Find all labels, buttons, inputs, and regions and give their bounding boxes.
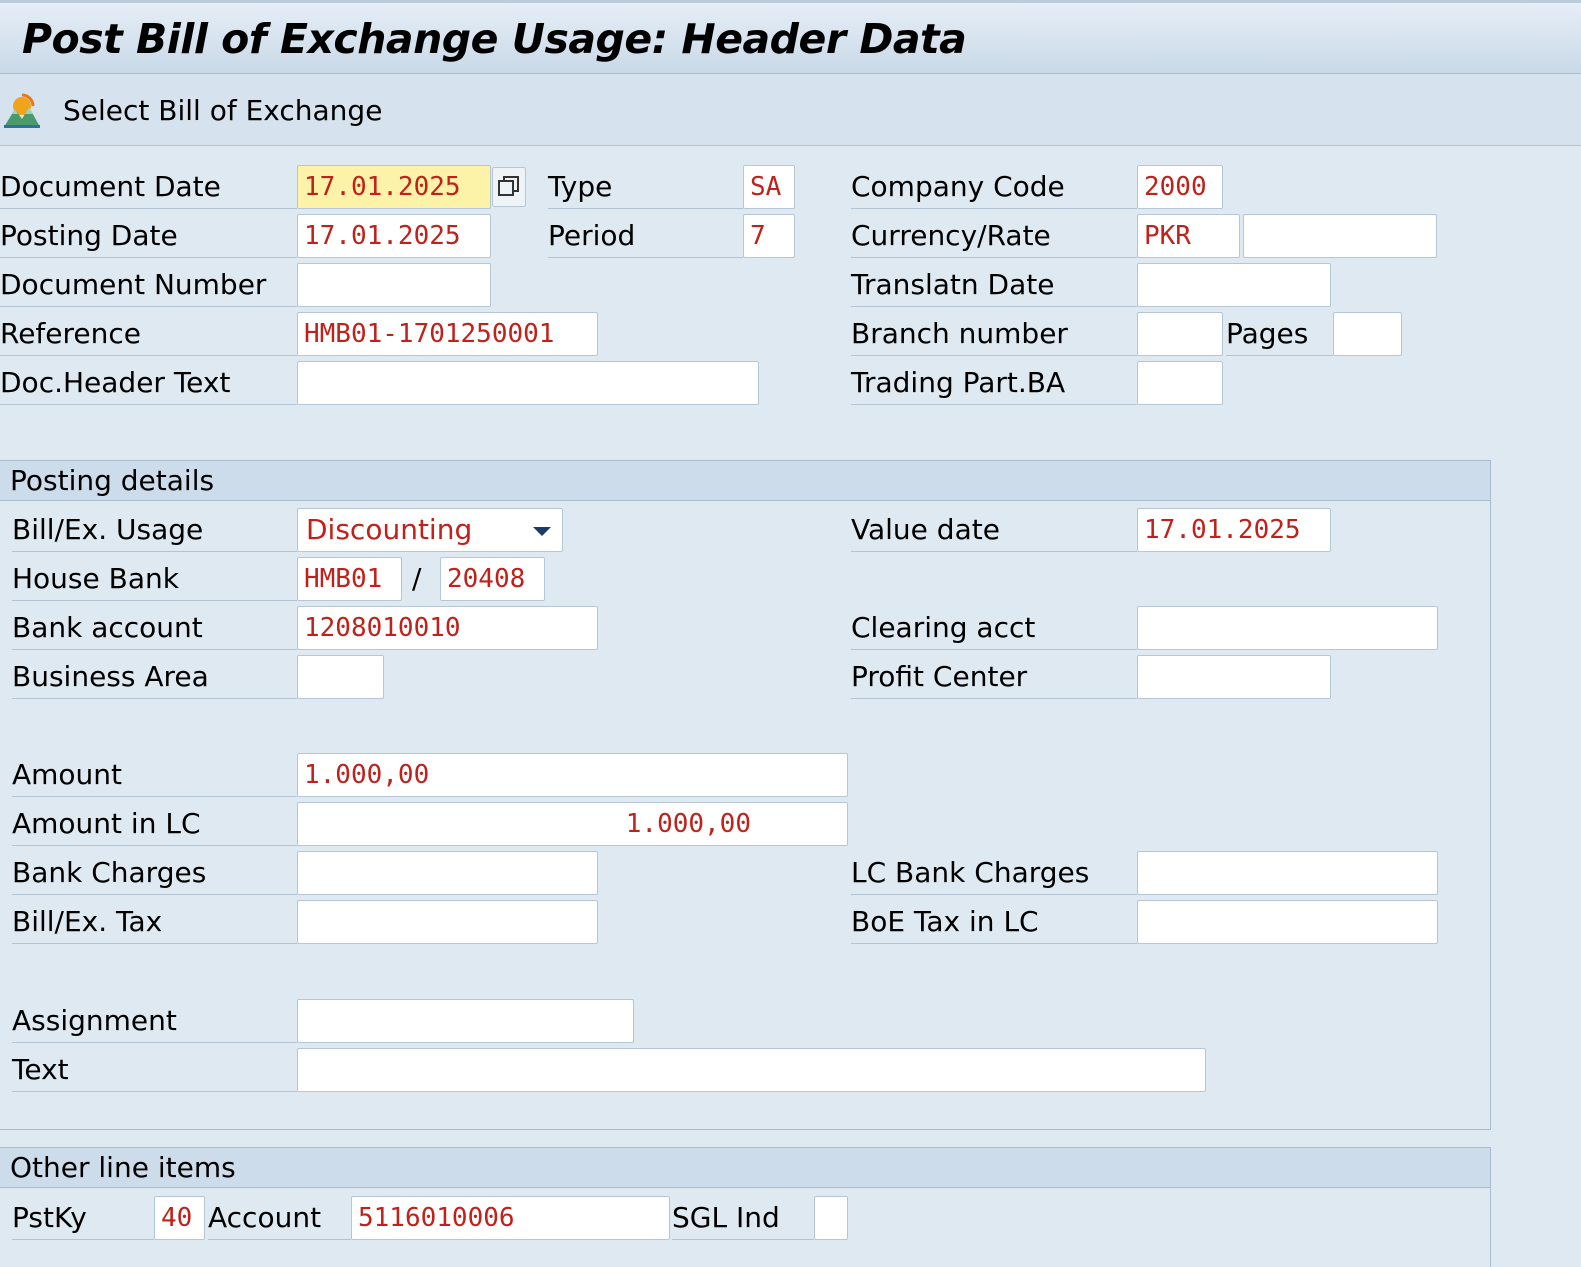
usage-value: Discounting <box>306 513 473 546</box>
exchange-rate-field[interactable] <box>1243 214 1437 258</box>
business-area-label: Business Area <box>12 655 297 699</box>
posting-details-title: Posting details <box>0 461 1490 501</box>
account-label: Account <box>208 1196 351 1240</box>
period-label: Period <box>548 214 743 258</box>
house-bank-field[interactable]: HMB01 <box>297 557 402 601</box>
boe-tax-lc-label: BoE Tax in LC <box>851 900 1137 944</box>
document-date-label: Document Date <box>0 165 297 209</box>
posting-date-field[interactable]: 17.01.2025 <box>297 214 491 258</box>
doc-header-text-field[interactable] <box>297 361 759 405</box>
pstky-label: PstKy <box>12 1196 154 1240</box>
currency-rate-label: Currency/Rate <box>851 214 1137 258</box>
profit-center-label: Profit Center <box>851 655 1137 699</box>
select-bill-of-exchange-label: Select Bill of Exchange <box>63 93 383 127</box>
bank-charges-label: Bank Charges <box>12 851 297 895</box>
reference-label: Reference <box>0 312 297 356</box>
document-date-field[interactable]: 17.01.2025 <box>297 165 491 209</box>
bank-charges-field[interactable] <box>297 851 598 895</box>
lc-bank-charges-field[interactable] <box>1137 851 1438 895</box>
assignment-field[interactable] <box>297 999 634 1043</box>
clearing-acct-label: Clearing acct <box>851 606 1137 650</box>
mountain-sun-icon <box>4 93 40 128</box>
amount-label: Amount <box>12 753 297 797</box>
profit-center-field[interactable] <box>1137 655 1331 699</box>
trading-part-field[interactable] <box>1137 361 1223 405</box>
company-code-field[interactable]: 2000 <box>1137 165 1223 209</box>
trading-part-label: Trading Part.BA <box>851 361 1137 405</box>
period-field[interactable]: 7 <box>743 214 795 258</box>
bank-account-field[interactable]: 1208010010 <box>297 606 598 650</box>
value-date-label: Value date <box>851 508 1137 552</box>
account-id-field[interactable]: 20408 <box>440 557 545 601</box>
text-field[interactable] <box>297 1048 1206 1092</box>
pages-label: Pages <box>1226 312 1333 356</box>
doc-header-text-label: Doc.Header Text <box>0 361 297 405</box>
chevron-down-icon <box>533 527 551 536</box>
currency-field[interactable]: PKR <box>1137 214 1240 258</box>
reference-field[interactable]: HMB01-1701250001 <box>297 312 598 356</box>
document-number-label: Document Number <box>0 263 297 307</box>
bank-account-label: Bank account <box>12 606 297 650</box>
posting-date-label: Posting Date <box>0 214 297 258</box>
pages-field[interactable] <box>1333 312 1402 356</box>
copy-icon[interactable] <box>492 167 526 207</box>
house-bank-label: House Bank <box>12 557 297 601</box>
other-line-items-title: Other line items <box>0 1148 1490 1188</box>
bill-tax-label: Bill/Ex. Tax <box>12 900 297 944</box>
application-toolbar: Select Bill of Exchange <box>0 74 1581 146</box>
assignment-label: Assignment <box>12 999 297 1043</box>
text-label: Text <box>12 1048 297 1092</box>
document-number-field[interactable] <box>297 263 491 307</box>
account-field[interactable]: 5116010006 <box>351 1196 670 1240</box>
usage-dropdown[interactable]: Discounting <box>297 508 563 552</box>
branch-number-field[interactable] <box>1137 312 1223 356</box>
house-bank-separator: / <box>412 562 422 595</box>
amount-lc-label: Amount in LC <box>12 802 297 846</box>
translation-date-field[interactable] <box>1137 263 1331 307</box>
bill-tax-field[interactable] <box>297 900 598 944</box>
type-label: Type <box>548 165 743 209</box>
amount-lc-field[interactable]: 1.000,00 <box>297 802 848 846</box>
company-code-label: Company Code <box>851 165 1137 209</box>
sgl-ind-field[interactable] <box>814 1196 848 1240</box>
clearing-acct-field[interactable] <box>1137 606 1438 650</box>
select-bill-of-exchange-button[interactable]: Select Bill of Exchange <box>3 88 392 132</box>
type-field[interactable]: SA <box>743 165 795 209</box>
usage-label: Bill/Ex. Usage <box>12 508 297 552</box>
pstky-field[interactable]: 40 <box>154 1196 205 1240</box>
sgl-ind-label: SGL Ind <box>672 1196 814 1240</box>
page-title: Post Bill of Exchange Usage: Header Data <box>22 15 967 63</box>
boe-tax-lc-field[interactable] <box>1137 900 1438 944</box>
title-bar: Post Bill of Exchange Usage: Header Data <box>0 0 1581 74</box>
lc-bank-charges-label: LC Bank Charges <box>851 851 1137 895</box>
translation-date-label: Translatn Date <box>851 263 1137 307</box>
branch-number-label: Branch number <box>851 312 1137 356</box>
value-date-field[interactable]: 17.01.2025 <box>1137 508 1331 552</box>
amount-field[interactable]: 1.000,00 <box>297 753 848 797</box>
business-area-field[interactable] <box>297 655 384 699</box>
